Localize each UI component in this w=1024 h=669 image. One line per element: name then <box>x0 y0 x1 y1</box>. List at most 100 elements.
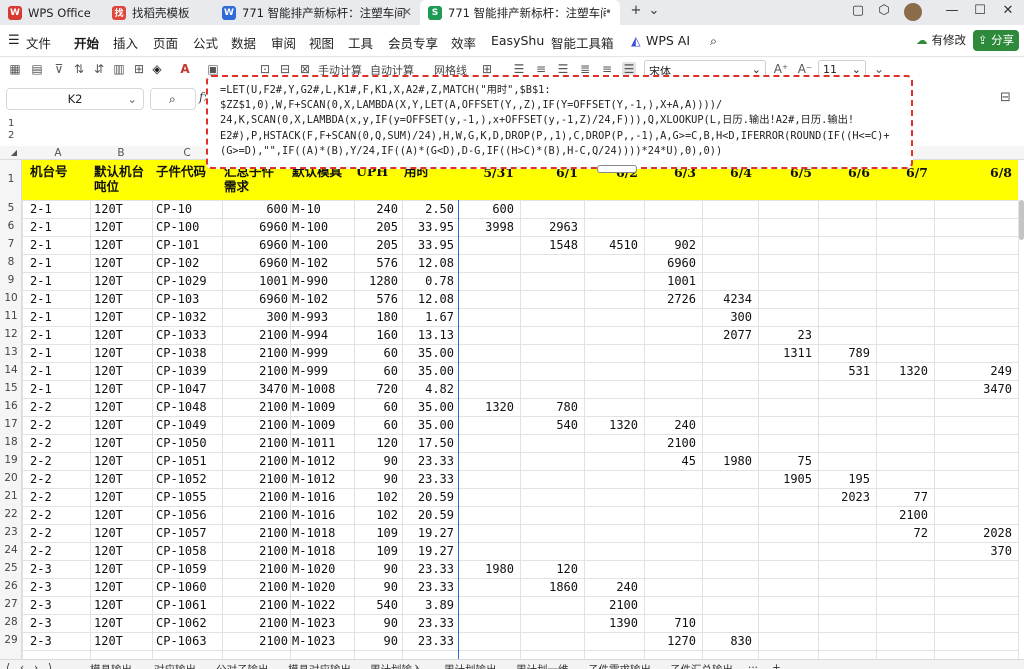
tab-2[interactable]: 找找稻壳模板 <box>104 0 208 25</box>
row-number[interactable]: 20 <box>0 472 22 484</box>
sheet-tab[interactable]: 周计划输入 <box>370 662 423 669</box>
table-cell[interactable]: 2100 <box>222 452 288 470</box>
table-cell[interactable]: 2-1 <box>30 236 52 254</box>
table-cell[interactable]: 1.67 <box>402 308 454 326</box>
table-cell[interactable]: CP-1048 <box>156 398 207 416</box>
table-cell[interactable]: M-10 <box>292 200 321 218</box>
schedule-cell[interactable]: 1320 <box>458 398 514 416</box>
table-cell[interactable]: 90 <box>354 578 398 596</box>
table-cell[interactable]: 120T <box>94 452 123 470</box>
table-cell[interactable]: 300 <box>222 308 288 326</box>
schedule-cell[interactable]: 902 <box>644 236 696 254</box>
table-cell[interactable]: 2-3 <box>30 578 52 596</box>
fill-color-icon[interactable]: ◈ <box>150 62 164 76</box>
search-icon[interactable]: ⌕ <box>710 33 717 49</box>
schedule-cell[interactable]: 1860 <box>520 578 578 596</box>
schedule-cell[interactable]: 240 <box>584 578 638 596</box>
table-cell[interactable]: 90 <box>354 452 398 470</box>
row-number[interactable]: 11 <box>0 310 22 322</box>
schedule-cell[interactable]: 2100 <box>876 506 928 524</box>
row-number[interactable]: 26 <box>0 580 22 592</box>
row-number[interactable]: 25 <box>0 562 22 574</box>
window-close-icon[interactable]: ✕ <box>998 3 1018 21</box>
table-cell[interactable]: 2100 <box>222 506 288 524</box>
table-cell[interactable]: CP-101 <box>156 236 199 254</box>
menu-14[interactable]: WPS AI <box>646 33 690 48</box>
table-cell[interactable]: 109 <box>354 524 398 542</box>
sheet-tab[interactable]: 对应输出 <box>154 662 196 669</box>
formula-input[interactable]: =LET(U,F2#,Y,G2#,L,K1#,F,K1,X,A2#,Z,MATC… <box>206 75 913 169</box>
table-cell[interactable]: 90 <box>354 614 398 632</box>
table-cell[interactable]: 2-2 <box>30 398 52 416</box>
table-cell[interactable]: 120T <box>94 362 123 380</box>
schedule-cell[interactable]: 2726 <box>644 290 696 308</box>
row-number[interactable]: 19 <box>0 454 22 466</box>
schedule-cell[interactable]: 3470 <box>934 380 1012 398</box>
table-cell[interactable]: 35.00 <box>402 416 454 434</box>
schedule-cell[interactable]: 75 <box>758 452 812 470</box>
table-cell[interactable]: 2-2 <box>30 452 52 470</box>
name-box[interactable]: K2 ⌄ <box>6 88 144 110</box>
table-cell[interactable]: 102 <box>354 488 398 506</box>
table-icon[interactable]: ▥ <box>112 62 126 76</box>
table-cell[interactable]: CP-1058 <box>156 542 207 560</box>
table-cell[interactable]: 0.78 <box>402 272 454 290</box>
schedule-cell[interactable]: 45 <box>644 452 696 470</box>
schedule-cell[interactable]: 1270 <box>644 632 696 650</box>
sheet-nav-icon[interactable]: ⟩ <box>48 662 52 669</box>
insert-icon[interactable]: ⊠ <box>298 62 312 76</box>
row-number[interactable]: 8 <box>0 256 22 268</box>
table-cell[interactable]: 20.59 <box>402 488 454 506</box>
table-cell[interactable]: 90 <box>354 632 398 650</box>
table-cell[interactable]: 2-3 <box>30 596 52 614</box>
table-cell[interactable]: M-1016 <box>292 506 335 524</box>
table-cell[interactable]: 90 <box>354 470 398 488</box>
table-cell[interactable]: 12.08 <box>402 254 454 272</box>
formula-resize-handle[interactable] <box>597 165 637 173</box>
table-cell[interactable]: CP-1033 <box>156 326 207 344</box>
header-cell[interactable]: 默认机台吨位 <box>94 164 150 194</box>
menu-1[interactable]: 文件 <box>26 33 51 52</box>
close-icon[interactable]: ✕ <box>402 5 412 19</box>
sheet-tab[interactable]: 周计划输出 <box>444 662 497 669</box>
sheet-tab[interactable]: 模具输出 <box>90 662 132 669</box>
table-cell[interactable]: 3470 <box>222 380 288 398</box>
table-cell[interactable]: 2100 <box>222 596 288 614</box>
menu-13[interactable]: 智能工具箱 <box>551 33 614 52</box>
table-cell[interactable]: 2-1 <box>30 290 52 308</box>
table-cell[interactable]: 102 <box>354 506 398 524</box>
table-cell[interactable]: 2-1 <box>30 218 52 236</box>
schedule-cell[interactable]: 531 <box>818 362 870 380</box>
table-cell[interactable]: 109 <box>354 542 398 560</box>
table-cell[interactable]: 2100 <box>222 326 288 344</box>
tab-4[interactable]: S 771 智能排产新标杆：注塑车间全 • <box>420 0 620 25</box>
table-cell[interactable]: CP-1032 <box>156 308 207 326</box>
hamburger-icon[interactable]: ☰ <box>8 33 20 48</box>
table-cell[interactable]: 33.95 <box>402 236 454 254</box>
row-number[interactable]: 17 <box>0 418 22 430</box>
row-number[interactable]: 21 <box>0 490 22 502</box>
menu-3[interactable]: 插入 <box>113 33 138 52</box>
more-sheets-icon[interactable]: ··· <box>748 662 758 669</box>
table-cell[interactable]: 120 <box>354 434 398 452</box>
row-number[interactable]: 27 <box>0 598 22 610</box>
table-cell[interactable]: 2-1 <box>30 380 52 398</box>
table-cell[interactable]: 2-2 <box>30 542 52 560</box>
align-left-icon[interactable]: ☰ <box>512 62 526 76</box>
table-cell[interactable]: M-1016 <box>292 488 335 506</box>
row-number[interactable]: 14 <box>0 364 22 376</box>
table-cell[interactable]: 120T <box>94 506 123 524</box>
schedule-cell[interactable]: 370 <box>934 542 1012 560</box>
table-cell[interactable]: 2100 <box>222 614 288 632</box>
schedule-cell[interactable]: 120 <box>520 560 578 578</box>
paste-icon[interactable]: ▤ <box>30 62 44 76</box>
row-number[interactable]: 22 <box>0 508 22 520</box>
table-cell[interactable]: M-999 <box>292 344 328 362</box>
schedule-cell[interactable]: 600 <box>458 200 514 218</box>
decrease-font-icon[interactable]: A⁻ <box>796 62 814 76</box>
table-cell[interactable]: 19.27 <box>402 542 454 560</box>
table-cell[interactable]: 120T <box>94 488 123 506</box>
table-cell[interactable]: CP-1051 <box>156 452 207 470</box>
schedule-cell[interactable]: 540 <box>520 416 578 434</box>
align-center-icon[interactable]: ≡ <box>534 62 548 76</box>
